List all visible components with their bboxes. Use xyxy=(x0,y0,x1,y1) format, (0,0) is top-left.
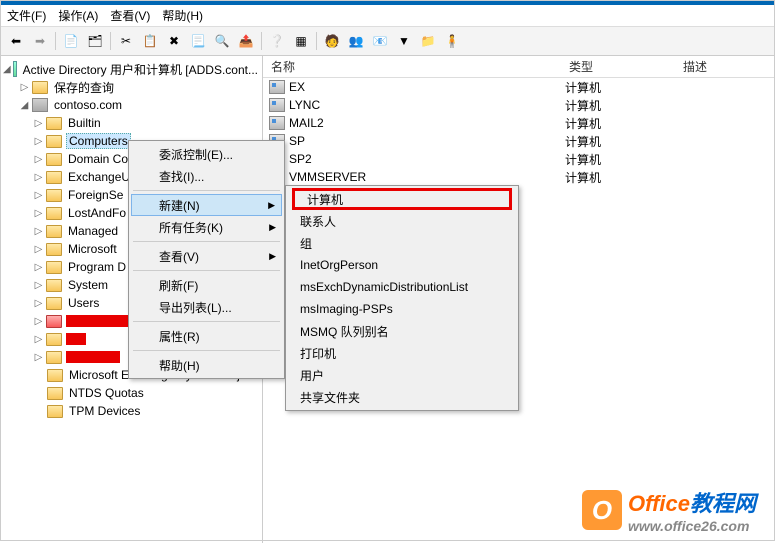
ctx-item[interactable]: 导出列表(L)... xyxy=(131,296,282,318)
watermark-icon: O xyxy=(582,490,622,530)
tree-node-builtin[interactable]: ▷Builtin xyxy=(3,114,260,132)
submenu-item[interactable]: 计算机 xyxy=(292,188,512,210)
users-button[interactable]: 👥 xyxy=(345,30,367,52)
context-menu: 委派控制(E)...查找(I)... 新建(N)▶所有任务(K)▶ 查看(V)▶ 刷新… xyxy=(128,140,285,379)
ctx-item[interactable]: 帮助(H) xyxy=(131,354,282,376)
menu-view[interactable]: 查看(V) xyxy=(110,7,150,24)
chevron-right-icon: ▶ xyxy=(268,200,275,211)
submenu-new: 计算机联系人组InetOrgPersonmsExchDynamicDistrib… xyxy=(285,185,519,411)
ctx-item[interactable]: 查看(V)▶ xyxy=(131,245,282,267)
menu-file[interactable]: 文件(F) xyxy=(7,7,46,24)
chevron-right-icon: ▶ xyxy=(269,222,276,233)
chevron-right-icon: ▶ xyxy=(269,251,276,262)
tree-node-tpm-devices[interactable]: TPM Devices xyxy=(3,402,260,420)
submenu-item[interactable]: msImaging-PSPs xyxy=(288,298,516,320)
tree-saved-queries[interactable]: ▷ 保存的查询 xyxy=(3,78,260,96)
menu-action[interactable]: 操作(A) xyxy=(58,7,98,24)
list-header: 名称 类型 描述 xyxy=(263,56,774,78)
submenu-item[interactable]: InetOrgPerson xyxy=(288,254,516,276)
submenu-item[interactable]: 联系人 xyxy=(288,210,516,232)
back-button[interactable]: ⬅ xyxy=(5,30,27,52)
user-add-button[interactable]: 🧍 xyxy=(441,30,463,52)
submenu-item[interactable]: 共享文件夹 xyxy=(288,386,516,408)
cut-button[interactable]: ✂ xyxy=(115,30,137,52)
list-row[interactable]: VMMSERVER计算机 xyxy=(263,168,774,186)
submenu-item[interactable]: 组 xyxy=(288,232,516,254)
export-button[interactable]: 📤 xyxy=(235,30,257,52)
grid-button[interactable]: ▦ xyxy=(290,30,312,52)
tree-root[interactable]: ◢ Active Directory 用户和计算机 [ADDS.cont... xyxy=(3,60,260,78)
show-hide-button[interactable]: 🗂 xyxy=(84,30,106,52)
refresh-button[interactable]: 🔍 xyxy=(211,30,233,52)
list-row[interactable]: LYNC计算机 xyxy=(263,96,774,114)
up-button[interactable]: 📄 xyxy=(60,30,82,52)
submenu-item[interactable]: 用户 xyxy=(288,364,516,386)
list-row[interactable]: SP计算机 xyxy=(263,132,774,150)
ctx-item[interactable]: 所有任务(K)▶ xyxy=(131,216,282,238)
menubar: 文件(F) 操作(A) 查看(V) 帮助(H) xyxy=(1,5,774,27)
redacted-bar xyxy=(66,351,120,363)
filter-button[interactable]: ▼ xyxy=(393,30,415,52)
computer-icon xyxy=(269,80,285,94)
computer-icon xyxy=(269,98,285,112)
find-button[interactable]: 🧑 xyxy=(321,30,343,52)
redacted-bar xyxy=(66,315,136,327)
watermark-url: www.office26.com xyxy=(628,518,756,534)
ctx-item[interactable]: 查找(I)... xyxy=(131,165,282,187)
container-button[interactable]: 📁 xyxy=(417,30,439,52)
submenu-item[interactable]: msExchDynamicDistributionList xyxy=(288,276,516,298)
list-row[interactable]: EX计算机 xyxy=(263,78,774,96)
list-row[interactable]: SP2计算机 xyxy=(263,150,774,168)
submenu-item[interactable]: 打印机 xyxy=(288,342,516,364)
list-row[interactable]: MAIL2计算机 xyxy=(263,114,774,132)
tree-root-label: Active Directory 用户和计算机 [ADDS.cont... xyxy=(21,61,260,78)
col-desc[interactable]: 描述 xyxy=(675,55,774,78)
watermark: O Office教程网 www.office26.com xyxy=(582,486,756,534)
ctx-item[interactable]: 委派控制(E)... xyxy=(131,143,282,165)
menu-help[interactable]: 帮助(H) xyxy=(162,7,203,24)
col-name[interactable]: 名称 xyxy=(263,55,561,78)
tree-domain[interactable]: ◢ contoso.com xyxy=(3,96,260,114)
copy-button[interactable]: 📋 xyxy=(139,30,161,52)
toolbar: ⬅ ➡ 📄 🗂 ✂ 📋 ✖ 📃 🔍 📤 ❔ ▦ 🧑 👥 📧 ▼ 📁 🧍 xyxy=(1,27,774,56)
mail-button[interactable]: 📧 xyxy=(369,30,391,52)
redacted-bar xyxy=(66,333,86,345)
forward-button[interactable]: ➡ xyxy=(29,30,51,52)
tree-node-ntds-quotas[interactable]: NTDS Quotas xyxy=(3,384,260,402)
help-button[interactable]: ❔ xyxy=(266,30,288,52)
delete-button[interactable]: ✖ xyxy=(163,30,185,52)
computer-icon xyxy=(269,116,285,130)
ctx-item[interactable]: 新建(N)▶ xyxy=(131,194,282,216)
ctx-item[interactable]: 刷新(F) xyxy=(131,274,282,296)
ctx-item[interactable]: 属性(R) xyxy=(131,325,282,347)
col-type[interactable]: 类型 xyxy=(561,55,675,78)
submenu-item[interactable]: MSMQ 队列别名 xyxy=(288,320,516,342)
properties-button[interactable]: 📃 xyxy=(187,30,209,52)
